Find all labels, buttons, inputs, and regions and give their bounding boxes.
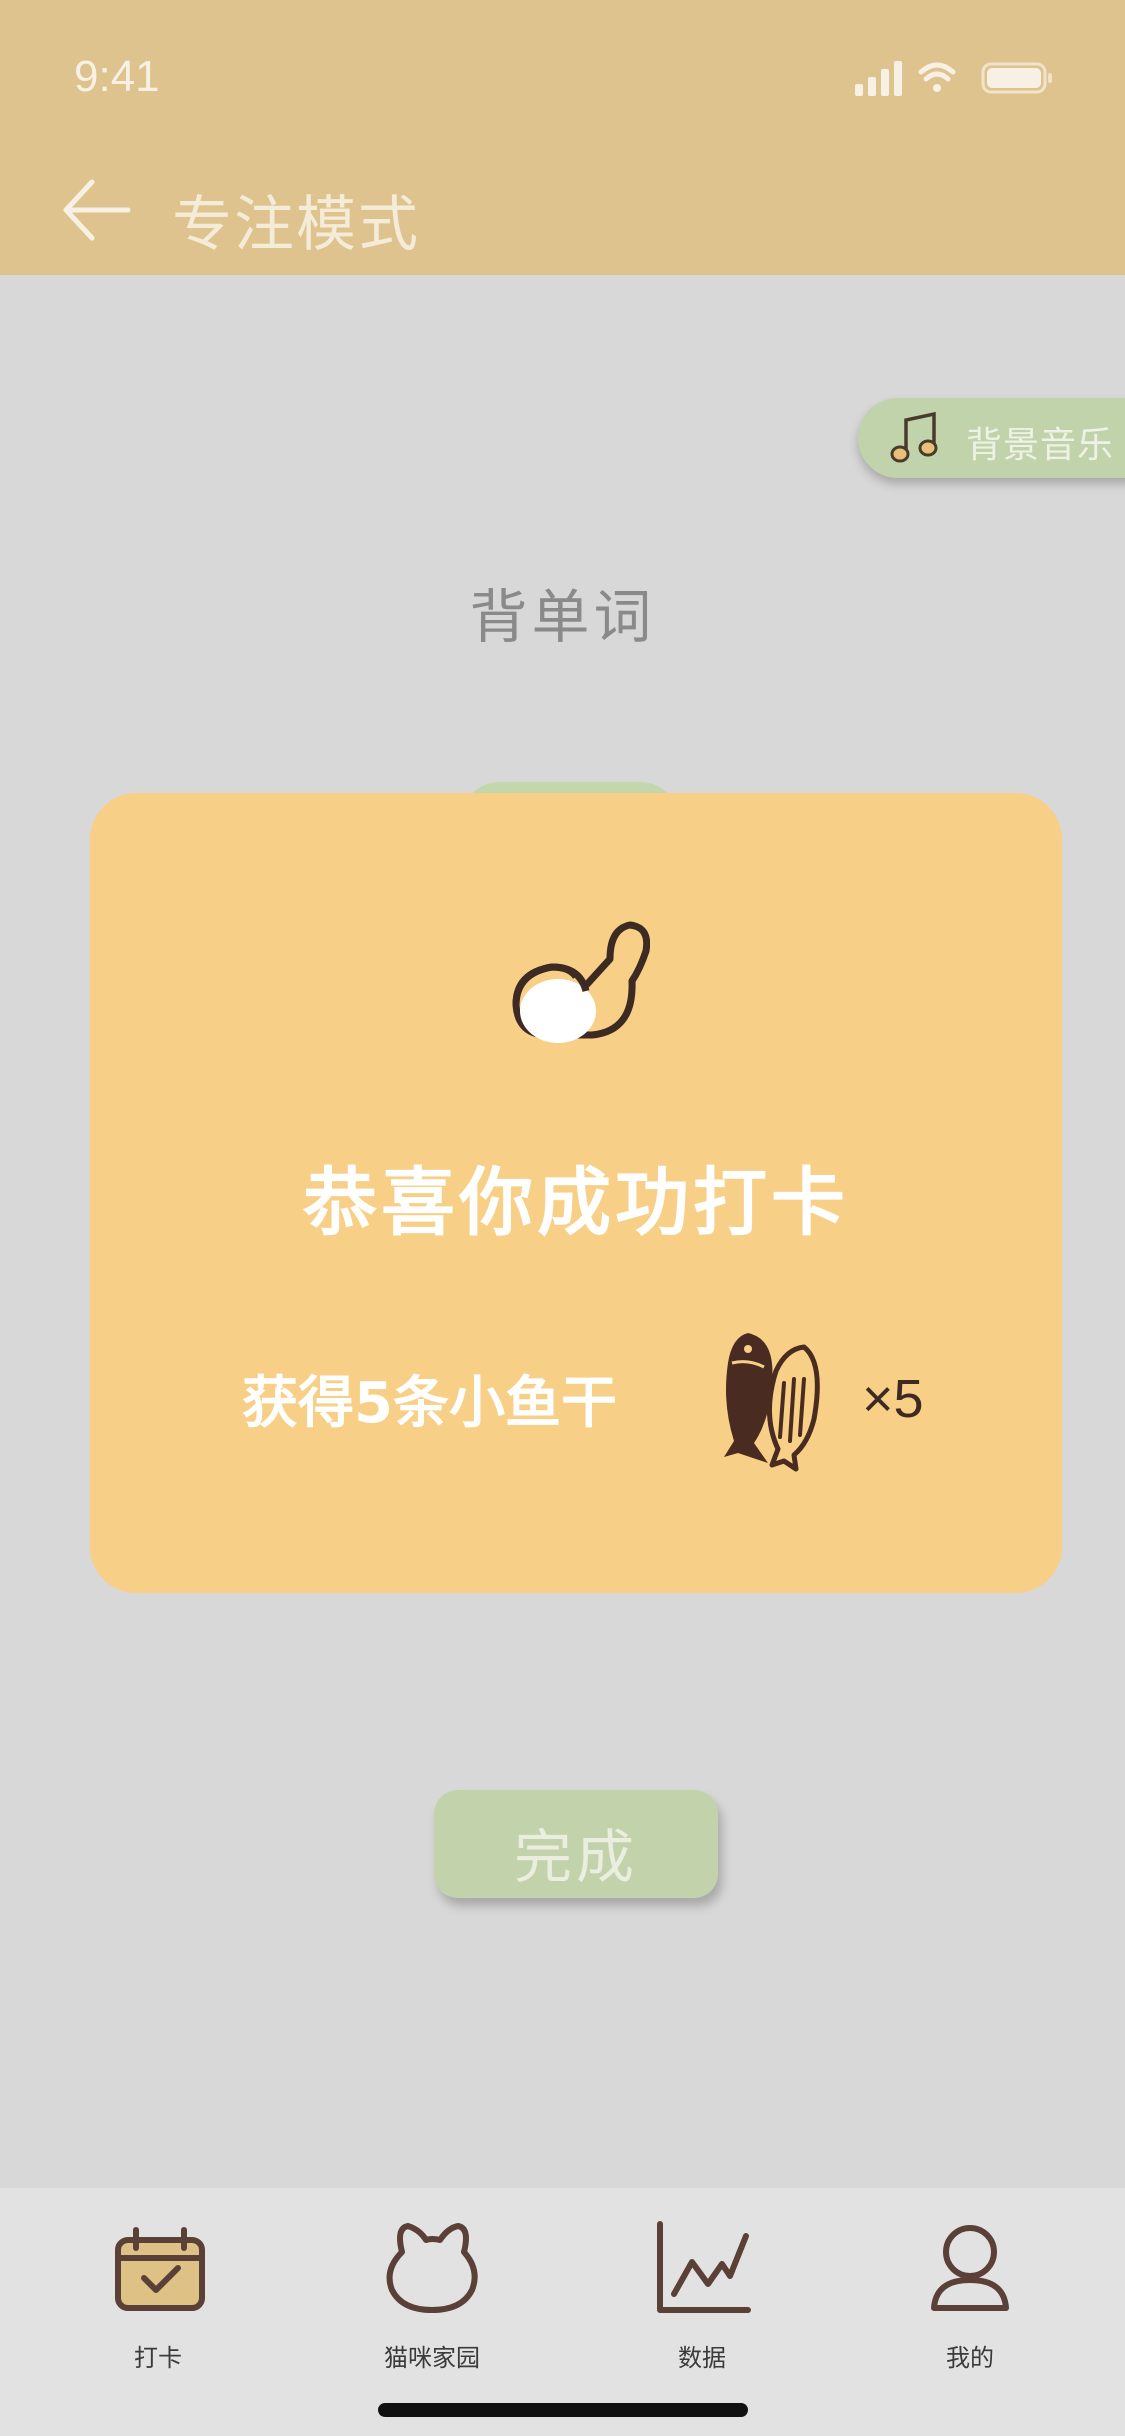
dried-fish-icon [724, 1333, 820, 1472]
success-title: 恭喜你成功打卡 [303, 1160, 849, 1246]
done-button-label: 完成 [513, 1823, 638, 1891]
signal-icon [855, 61, 902, 96]
tab-cat-home-label: 猫咪家园 [384, 2344, 480, 2372]
page-title: 专注模式 [172, 190, 420, 260]
wifi-icon [918, 62, 956, 92]
calendar-check-icon [115, 2227, 205, 2311]
background-music-button[interactable]: 背景音乐 [858, 398, 1125, 478]
reward-text: 获得5条小鱼干 [242, 1371, 617, 1436]
cat-paw-thumbs-up-icon [512, 921, 650, 1043]
music-note-icon [890, 411, 938, 463]
chart-icon [657, 2221, 751, 2313]
done-button[interactable]: 完成 [434, 1790, 718, 1898]
back-arrow-icon[interactable] [58, 170, 138, 250]
success-modal: 恭喜你成功打卡 获得5条小鱼干 ×5 [90, 793, 1062, 1593]
task-name: 背单词 [469, 583, 656, 651]
battery-icon [981, 62, 1052, 94]
tab-profile-label: 我的 [946, 2344, 994, 2372]
user-icon [931, 2225, 1009, 2311]
background-music-label: 背景音乐 [966, 425, 1115, 466]
home-indicator[interactable] [378, 2403, 748, 2417]
tab-stats-label: 数据 [678, 2344, 726, 2372]
tab-checkin-label: 打卡 [134, 2344, 182, 2372]
reward-multiplier: ×5 [862, 1369, 924, 1429]
tab-cat-home[interactable]: 猫咪家园 [332, 2188, 532, 2388]
tab-checkin[interactable]: 打卡 [58, 2188, 258, 2388]
status-time: 9:41 [74, 52, 160, 101]
status-icons [855, 61, 1052, 96]
tab-profile[interactable]: 我的 [870, 2188, 1070, 2388]
cat-head-icon [386, 2223, 478, 2313]
header-bar: 9:41 专注模式 [0, 0, 1125, 275]
bottom-tab-bar: 打卡 猫咪家园 数据 我的 [0, 2188, 1125, 2436]
tab-stats[interactable]: 数据 [602, 2188, 802, 2388]
